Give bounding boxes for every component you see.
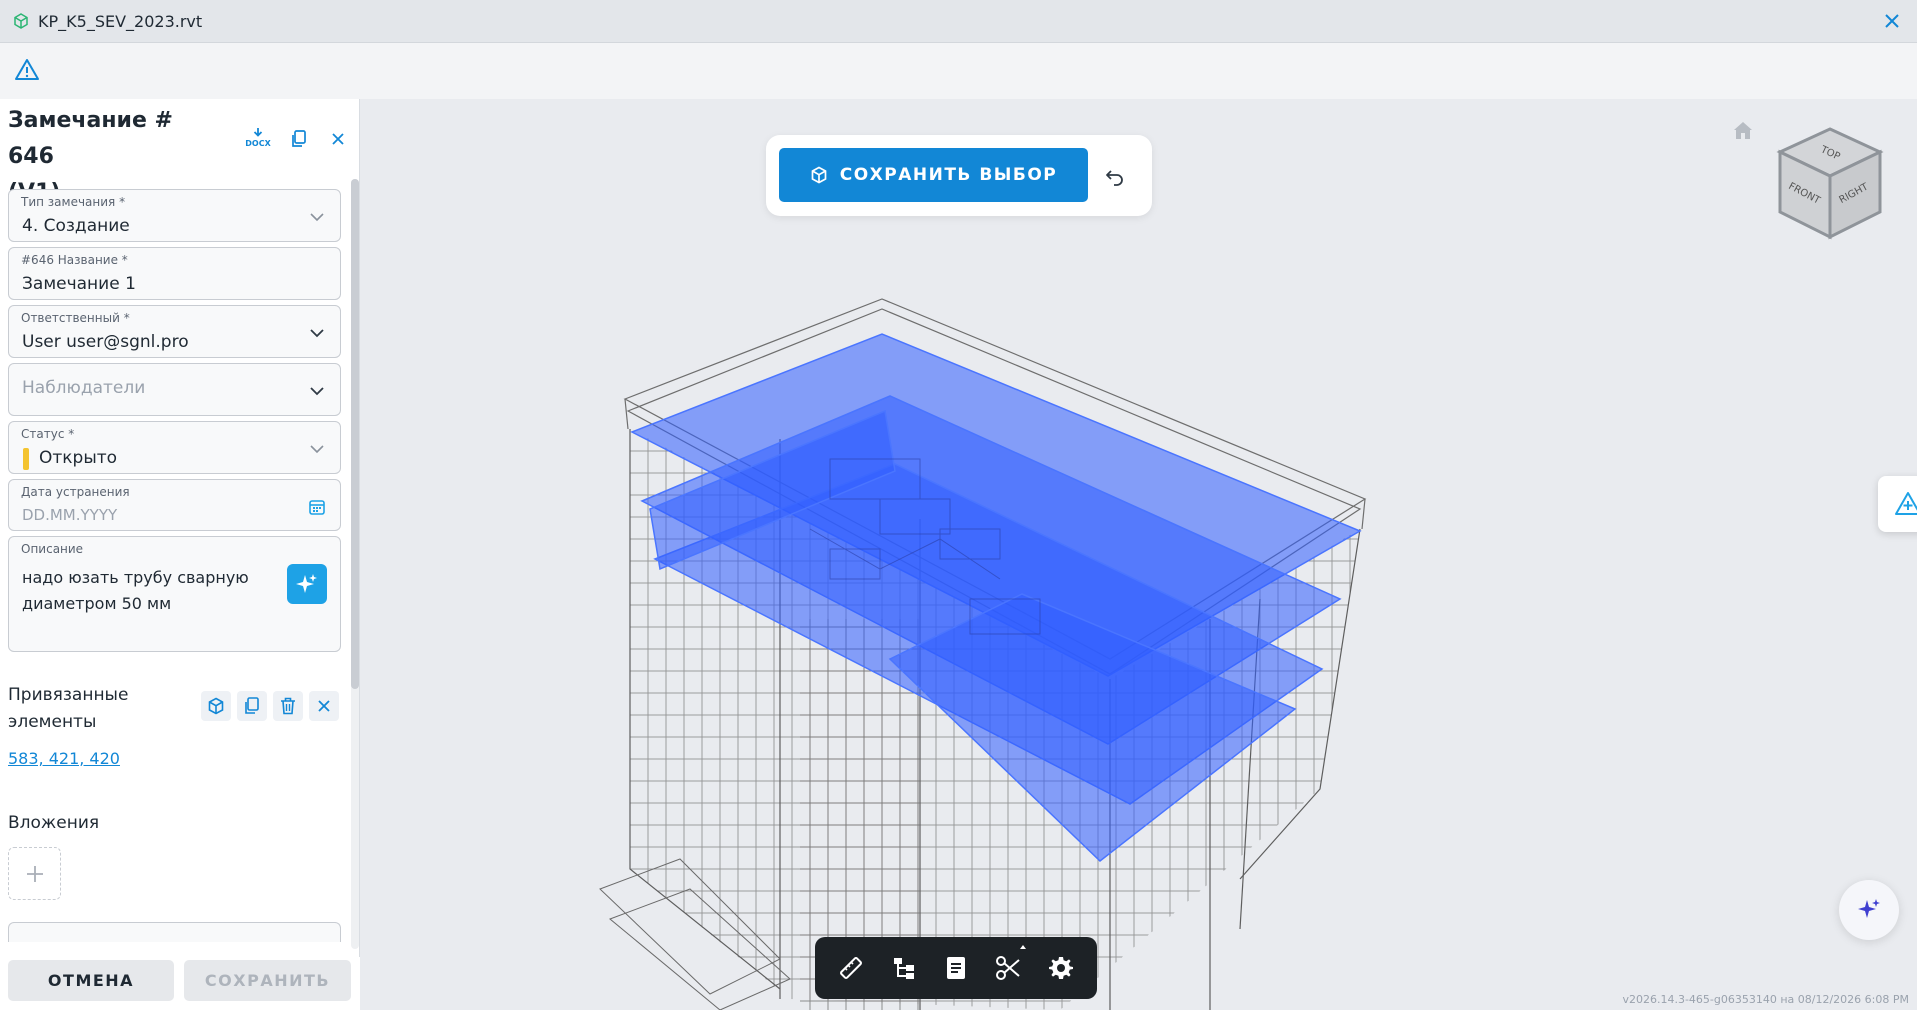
add-issue-icon	[1895, 492, 1917, 515]
issue-title: Замечание # 646	[8, 108, 173, 169]
linked-elements-actions	[201, 691, 339, 721]
due-date-label: Дата устранения	[21, 485, 130, 499]
attachments-title: Вложения	[8, 813, 100, 833]
scissors-icon[interactable]	[988, 942, 1031, 988]
home-icon[interactable]	[1731, 119, 1757, 145]
partially-visible-field[interactable]	[8, 922, 341, 942]
close-icon[interactable]	[1881, 10, 1903, 32]
ai-assistant-button[interactable]	[1839, 880, 1899, 940]
due-date-placeholder: DD.MM.YYYY	[22, 506, 118, 524]
gear-icon[interactable]	[1041, 948, 1081, 988]
sparkle-icon	[1858, 899, 1880, 918]
chevron-down-icon[interactable]	[308, 324, 326, 342]
issue-name-value[interactable]: Замечание 1	[22, 274, 136, 294]
viewer-tools-bar	[815, 937, 1097, 999]
linked-element-ids[interactable]: 583, 421, 420	[8, 749, 120, 768]
model-viewport[interactable]: СОХРАНИТЬ ВЫБОР TOP FRONT RIGHT v2026.14…	[360, 99, 1917, 1010]
chevron-down-icon[interactable]	[308, 382, 326, 400]
document-icon[interactable]	[936, 948, 976, 988]
issue-name-field[interactable]: #646 Название * Замечание 1	[8, 247, 341, 300]
description-field[interactable]: Описание надо юзать трубу сварную диамет…	[8, 536, 341, 652]
issue-type-select[interactable]: Тип замечания * 4. Создание	[8, 189, 341, 242]
close-icon[interactable]	[324, 125, 352, 153]
status-color-marker	[23, 448, 29, 470]
status-select[interactable]: Статус * Открыто	[8, 421, 341, 474]
observers-select[interactable]: Наблюдатели	[8, 363, 341, 416]
attachments-section: Вложения	[8, 813, 341, 900]
chevron-up-icon[interactable]	[1016, 942, 1031, 952]
cube-icon	[811, 166, 827, 184]
warning-triangle-icon[interactable]	[14, 57, 40, 83]
copy-icon[interactable]	[285, 125, 313, 153]
sparkle-icon	[296, 574, 317, 593]
issue-type-value: 4. Создание	[22, 216, 130, 236]
due-date-field[interactable]: Дата устранения DD.MM.YYYY	[8, 479, 341, 531]
close-icon[interactable]	[309, 691, 339, 721]
save-selection-panel: СОХРАНИТЬ ВЫБОР	[766, 135, 1152, 216]
copy-icon[interactable]	[237, 691, 267, 721]
issue-form: Тип замечания * 4. Создание #646 Названи…	[8, 189, 341, 657]
building-model[interactable]	[360, 99, 1917, 1010]
download-docx-button[interactable]: DOCX	[244, 123, 272, 151]
download-icon	[253, 127, 263, 137]
responsible-select[interactable]: Ответственный * User user@sgnl.pro	[8, 305, 341, 358]
scrollbar-thumb[interactable]	[351, 179, 359, 689]
chevron-down-icon[interactable]	[308, 208, 326, 226]
tree-icon[interactable]	[884, 948, 924, 988]
responsible-label: Ответственный *	[21, 311, 130, 325]
viewcube[interactable]: TOP FRONT RIGHT	[1775, 124, 1885, 244]
responsible-value: User user@sgnl.pro	[22, 332, 189, 352]
top-toolbar	[0, 43, 1917, 99]
trash-icon[interactable]	[273, 691, 303, 721]
issue-name-label: #646 Название *	[21, 253, 128, 267]
cancel-button[interactable]: ОТМЕНА	[8, 960, 174, 1001]
version-label: v2026.14.3-465-g06353140 на 08/12/2026 6…	[1622, 993, 1909, 1006]
issue-type-label: Тип замечания *	[21, 195, 126, 209]
panel-scrollbar[interactable]	[351, 179, 359, 949]
cube-icon[interactable]	[201, 691, 231, 721]
panel-footer: ОТМЕНА СОХРАНИТЬ	[0, 957, 360, 1010]
calendar-icon[interactable]	[308, 498, 326, 516]
undo-icon[interactable]	[1100, 161, 1130, 191]
ai-generate-button[interactable]	[287, 564, 327, 604]
description-label: Описание	[21, 542, 84, 556]
add-attachment-button[interactable]	[8, 847, 61, 900]
ruler-icon[interactable]	[831, 948, 871, 988]
save-selection-button[interactable]: СОХРАНИТЬ ВЫБОР	[779, 148, 1088, 202]
window-title: KP_K5_SEV_2023.rvt	[38, 11, 203, 31]
cube-icon	[12, 12, 30, 30]
save-button[interactable]: СОХРАНИТЬ	[184, 960, 351, 1001]
docx-label: DOCX	[245, 138, 271, 148]
status-value: Открыто	[39, 448, 118, 468]
chevron-down-icon[interactable]	[308, 440, 326, 458]
linked-elements-title: Привязанные элементы	[8, 685, 129, 732]
plus-icon	[26, 865, 43, 882]
status-label: Статус *	[21, 427, 75, 441]
window-titlebar: KP_K5_SEV_2023.rvt	[0, 0, 1917, 43]
panel-header: Замечание # 646 (V1) DOCX	[8, 103, 348, 205]
add-issue-button[interactable]	[1878, 476, 1917, 532]
save-selection-label: СОХРАНИТЬ ВЫБОР	[839, 165, 1058, 185]
observers-placeholder: Наблюдатели	[22, 378, 146, 398]
linked-elements-section: Привязанные элементы 583, 421, 420	[8, 682, 341, 782]
description-value[interactable]: надо юзать трубу сварную диаметром 50 мм	[22, 565, 292, 617]
issue-panel: Замечание # 646 (V1) DOCX Тип замечания …	[0, 99, 360, 1010]
